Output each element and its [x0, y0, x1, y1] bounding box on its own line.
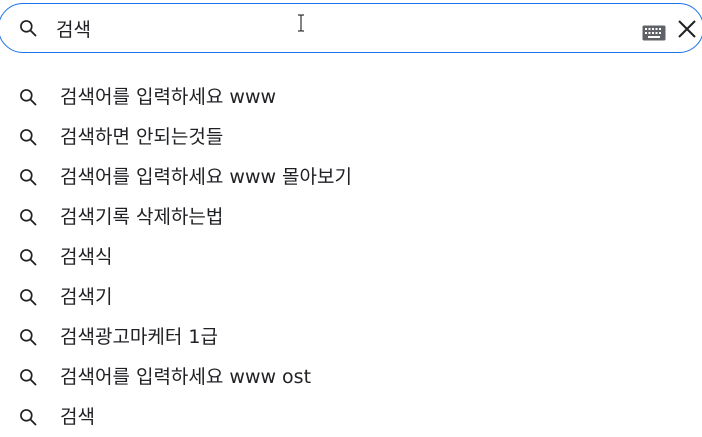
suggestion-item[interactable]: 검색하면 안되는것들 [0, 117, 702, 157]
suggestion-text: 검색어를 입력하세요 www [60, 86, 277, 108]
suggestion-text: 검색어를 입력하세요 www 몰아보기 [60, 166, 352, 188]
search-icon [20, 20, 37, 37]
suggestion-item[interactable]: 검색어를 입력하세요 www [0, 77, 702, 117]
suggestion-item[interactable]: 검색기록 삭제하는법 [0, 197, 702, 237]
search-icon [20, 289, 37, 306]
search-box[interactable] [0, 3, 702, 53]
search-icon [20, 409, 37, 426]
suggestion-item[interactable]: 검색광고마케터 1급 [0, 317, 702, 357]
suggestion-text: 검색어를 입력하세요 www ost [60, 366, 312, 388]
search-icon [20, 129, 37, 146]
suggestion-item[interactable]: 검색어를 입력하세요 www 몰아보기 [0, 157, 702, 197]
text-cursor-icon [298, 14, 304, 32]
suggestion-item[interactable]: 검색기 [0, 277, 702, 317]
search-input[interactable] [56, 13, 616, 43]
search-icon [20, 209, 37, 226]
suggestion-text: 검색하면 안되는것들 [60, 126, 224, 148]
search-icon [20, 169, 37, 186]
search-icon [20, 89, 37, 106]
suggestion-item[interactable]: 검색 [0, 397, 702, 437]
suggestion-item[interactable]: 검색어를 입력하세요 www ost [0, 357, 702, 397]
suggestion-text: 검색광고마케터 1급 [60, 326, 218, 348]
search-icon [20, 329, 37, 346]
suggestion-item[interactable]: 검색식 [0, 237, 702, 277]
search-icon [20, 369, 37, 386]
suggestion-text: 검색식 [60, 246, 113, 268]
suggestion-text: 검색 [60, 406, 95, 428]
close-icon[interactable] [676, 18, 698, 40]
suggestion-text: 검색기록 삭제하는법 [60, 206, 224, 228]
suggestion-text: 검색기 [60, 286, 113, 308]
suggestion-list: 검색어를 입력하세요 www 검색하면 안되는것들 검색어를 입력하세요 www… [0, 77, 702, 437]
search-icon [20, 249, 37, 266]
keyboard-icon[interactable] [642, 25, 666, 41]
